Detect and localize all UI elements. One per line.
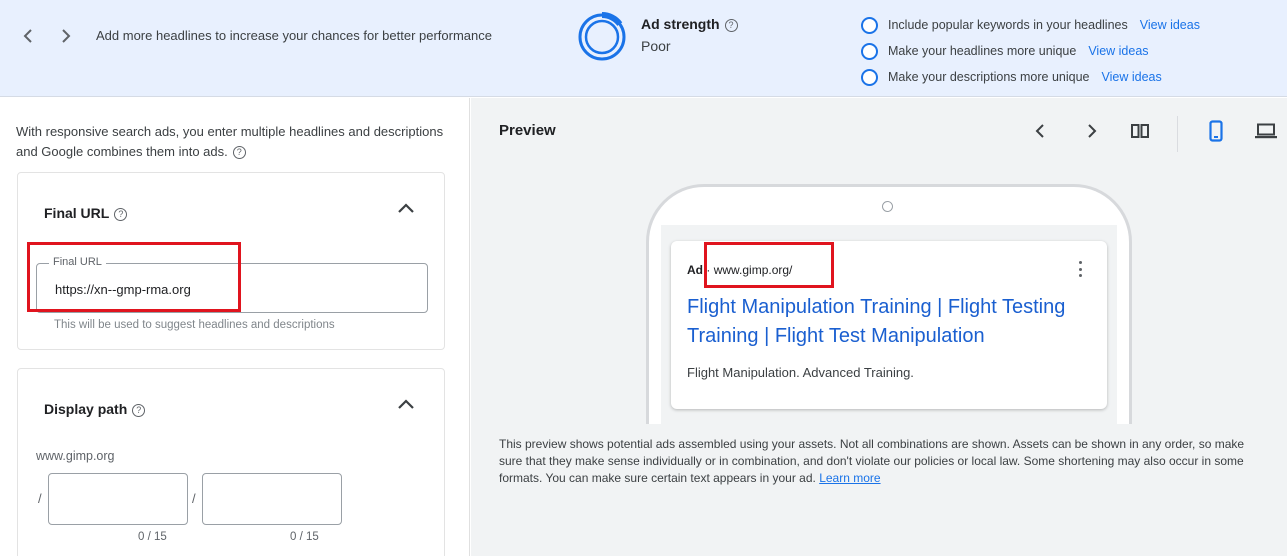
help-icon[interactable]: ? <box>724 18 738 32</box>
phone-frame: Ad · www.gimp.org/ Flight Manipulation T… <box>646 184 1132 424</box>
chevron-right-icon <box>1088 124 1097 138</box>
ad-badge: Ad <box>687 263 703 277</box>
ad-description: Flight Manipulation. Advanced Training. <box>687 365 914 380</box>
chevron-right-icon <box>62 29 71 43</box>
next-preview-button[interactable] <box>1079 118 1105 144</box>
help-icon[interactable]: ? <box>132 403 146 417</box>
final-url-title-label: Final URL <box>44 205 110 221</box>
path-2-counter: 0 / 15 <box>290 531 319 543</box>
final-url-section: Final URL? Final URL https://xn--gmp-rma… <box>17 172 445 350</box>
improvement-tips: Include popular keywords in your headlin… <box>861 12 1281 90</box>
path-1-counter: 0 / 15 <box>138 531 167 543</box>
ad-form-panel: With responsive search ads, you enter mu… <box>0 98 470 556</box>
ad-preview-card[interactable]: Ad · www.gimp.org/ Flight Manipulation T… <box>671 241 1107 409</box>
laptop-icon <box>1255 123 1277 139</box>
radio-icon[interactable] <box>861 68 878 86</box>
tip-text: Include popular keywords in your headlin… <box>888 18 1128 32</box>
final-url-title: Final URL? <box>44 205 128 221</box>
ad-url-line: Ad · www.gimp.org/ <box>687 263 792 277</box>
final-url-input[interactable]: Final URL https://xn--gmp-rma.org <box>36 256 428 313</box>
final-url-field-label: Final URL <box>49 256 106 268</box>
display-path-title: Display path? <box>44 401 146 417</box>
display-path-domain: www.gimp.org <box>36 449 115 463</box>
chevron-up-icon[interactable] <box>396 199 416 219</box>
phone-screen: Ad · www.gimp.org/ Flight Manipulation T… <box>661 225 1117 424</box>
final-url-value: https://xn--gmp-rma.org <box>55 282 191 297</box>
preview-disclaimer: This preview shows potential ads assembl… <box>499 436 1269 487</box>
preview-panel: Preview Ad · www.gimp.org/ Flight Manipu… <box>471 98 1287 556</box>
more-vert-icon[interactable] <box>1075 261 1085 277</box>
help-icon[interactable]: ? <box>114 207 128 221</box>
display-path-section: Display path? www.gimp.org / / 0 / 15 0 … <box>17 368 445 556</box>
next-hint-button[interactable] <box>54 22 78 50</box>
chevron-left-icon <box>1035 124 1044 138</box>
ad-strength-banner: Add more headlines to increase your chan… <box>0 0 1287 97</box>
ad-display-url: www.gimp.org/ <box>713 263 793 277</box>
tip-text: Make your descriptions more unique <box>888 70 1090 84</box>
hint-text: Add more headlines to increase your chan… <box>96 28 492 43</box>
intro-label: With responsive search ads, you enter mu… <box>16 124 444 159</box>
display-path-title-label: Display path <box>44 401 128 417</box>
previous-preview-button[interactable] <box>1027 118 1053 144</box>
toolbar-divider <box>1177 116 1178 152</box>
ad-headline[interactable]: Flight Manipulation Training | Flight Te… <box>687 293 1097 351</box>
tip-item[interactable]: Make your descriptions more unique View … <box>861 64 1281 90</box>
final-url-helper: This will be used to suggest headlines a… <box>54 319 335 331</box>
intro-text: With responsive search ads, you enter mu… <box>16 122 446 162</box>
previous-hint-button[interactable] <box>16 22 40 50</box>
path-separator: / <box>38 491 42 506</box>
ad-strength-title: Ad strength? <box>641 16 738 32</box>
columns-icon <box>1131 124 1149 138</box>
radio-icon[interactable] <box>861 16 878 34</box>
view-ideas-link[interactable]: View ideas <box>1140 18 1200 32</box>
mobile-view-button[interactable] <box>1203 118 1229 144</box>
tip-item[interactable]: Make your headlines more unique View ide… <box>861 38 1281 64</box>
radio-icon[interactable] <box>861 42 878 60</box>
split-view-button[interactable] <box>1127 118 1153 144</box>
path-2-input[interactable] <box>202 473 342 525</box>
chevron-left-icon <box>23 29 32 43</box>
view-ideas-link[interactable]: View ideas <box>1088 44 1148 58</box>
path-separator: / <box>192 491 196 506</box>
preview-title: Preview <box>499 122 556 139</box>
ad-strength-label: Ad strength <box>641 16 720 32</box>
chevron-up-icon[interactable] <box>396 395 416 415</box>
view-ideas-link[interactable]: View ideas <box>1102 70 1162 84</box>
desktop-view-button[interactable] <box>1253 118 1279 144</box>
ad-separator: · <box>706 263 711 277</box>
camera-icon <box>882 201 893 212</box>
tip-item[interactable]: Include popular keywords in your headlin… <box>861 12 1281 38</box>
path-1-input[interactable] <box>48 473 188 525</box>
tip-text: Make your headlines more unique <box>888 44 1077 58</box>
smartphone-icon <box>1209 120 1223 142</box>
ad-strength-ring-icon <box>577 12 627 62</box>
ad-strength-value: Poor <box>641 38 671 54</box>
help-icon[interactable]: ? <box>232 146 246 160</box>
learn-more-link[interactable]: Learn more <box>819 471 880 485</box>
